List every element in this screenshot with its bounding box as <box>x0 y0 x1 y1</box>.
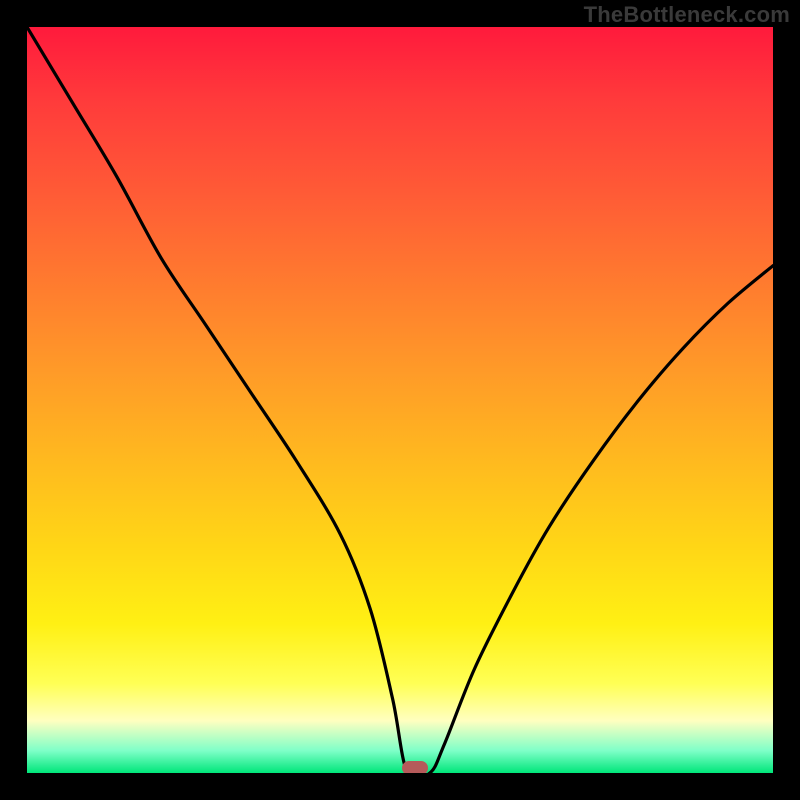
minimum-marker <box>402 761 428 773</box>
plot-area <box>27 27 773 773</box>
attribution-text: TheBottleneck.com <box>584 2 790 28</box>
curve-path <box>27 27 773 773</box>
chart-frame: TheBottleneck.com <box>0 0 800 800</box>
bottleneck-curve <box>27 27 773 773</box>
